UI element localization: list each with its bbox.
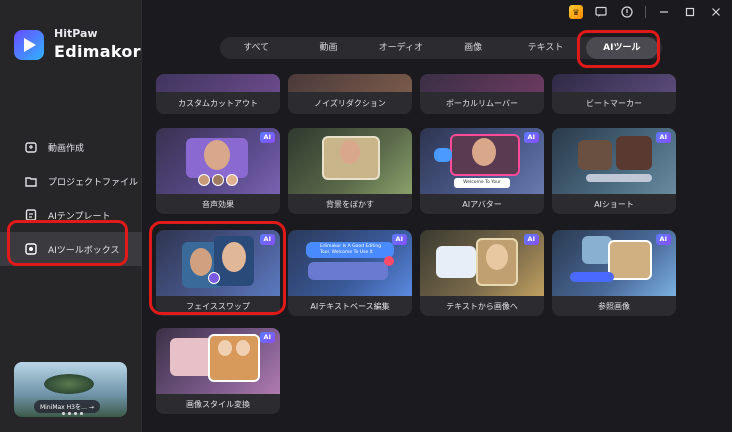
tool-card-beat-marker[interactable]: ビートマーカー xyxy=(552,74,676,114)
tool-label: カスタムカットアウト xyxy=(178,99,258,108)
brand-company: HitPaw xyxy=(54,27,98,40)
tool-label: 参照画像 xyxy=(598,302,630,311)
tool-label: AIショート xyxy=(594,200,634,209)
tab-text[interactable]: テキスト xyxy=(509,37,581,59)
tool-card-ai-avatar[interactable]: Welcome To Your AI AIアバター xyxy=(420,128,544,214)
close-icon[interactable] xyxy=(708,4,724,20)
tool-label: ビートマーカー xyxy=(586,99,642,108)
ai-badge: AI xyxy=(259,132,275,143)
window-controls: ♛ xyxy=(569,4,724,20)
person-face xyxy=(472,138,496,166)
tool-card-custom-cutout[interactable]: カスタムカットアウト xyxy=(156,74,280,114)
person-face xyxy=(486,244,508,270)
tool-label: AIアバター xyxy=(462,200,502,209)
ai-badge: AI xyxy=(523,234,539,245)
sidebar: HitPaw Edimakor 動画作成 プロジェクトファイル AIテンプレート… xyxy=(0,0,142,432)
tool-thumbnail xyxy=(288,128,412,194)
tool-thumbnail xyxy=(156,74,280,92)
ai-badge: AI xyxy=(259,332,275,343)
tool-card-reference-image[interactable]: AI 参照画像 xyxy=(552,230,676,316)
minimize-icon[interactable] xyxy=(656,4,672,20)
tool-label: 音声効果 xyxy=(202,200,234,209)
promo-carousel-dots xyxy=(62,412,83,415)
tool-card-noise-reduction[interactable]: ノイズリダクション xyxy=(288,74,412,114)
tool-card-blur-background[interactable]: 背景をぼかす xyxy=(288,128,412,214)
avatar-caption: Welcome To Your xyxy=(454,178,510,188)
sidebar-item-label: プロジェクトファイル xyxy=(48,177,139,188)
sidebar-item-video-create[interactable]: 動画作成 xyxy=(0,130,142,164)
tool-thumbnail xyxy=(552,74,676,92)
promo-island-image xyxy=(44,374,94,394)
folder-icon xyxy=(24,174,38,188)
tool-card-voice-effects[interactable]: AI 音声効果 xyxy=(156,128,280,214)
tool-label: ノイズリダクション xyxy=(314,99,386,108)
tool-thumbnail xyxy=(288,74,412,92)
promo-banner[interactable]: MiniMax H3を… → xyxy=(14,362,127,417)
tool-card-text-to-image[interactable]: AI テキストから画像へ xyxy=(420,230,544,316)
tool-label: テキストから画像へ xyxy=(446,302,518,311)
highlight-ai-toolbox xyxy=(7,220,128,266)
feedback-icon[interactable] xyxy=(593,4,609,20)
tool-card-image-style-transfer[interactable]: AI 画像スタイル変換 xyxy=(156,328,280,414)
info-icon[interactable] xyxy=(619,4,635,20)
video-create-icon xyxy=(24,140,38,154)
tool-thumbnail xyxy=(420,74,544,92)
tab-video[interactable]: 動画 xyxy=(292,37,364,59)
ai-badge: AI xyxy=(655,234,671,245)
tool-card-vocal-remover[interactable]: ボーカルリムーバー xyxy=(420,74,544,114)
controls-divider xyxy=(645,6,646,18)
ai-badge: AI xyxy=(523,132,539,143)
person-face xyxy=(340,140,360,164)
premium-crown-icon[interactable]: ♛ xyxy=(569,5,583,19)
person-face xyxy=(204,140,230,170)
highlight-face-swap xyxy=(149,221,286,315)
ai-badge: AI xyxy=(391,234,407,245)
tab-audio[interactable]: オーディオ xyxy=(365,37,437,59)
tool-card-ai-short[interactable]: AI AIショート xyxy=(552,128,676,214)
highlight-ai-tools-tab xyxy=(577,30,660,68)
maximize-icon[interactable] xyxy=(682,4,698,20)
ai-badge: AI xyxy=(655,132,671,143)
tool-label: 背景をぼかす xyxy=(326,200,374,209)
tab-image[interactable]: 画像 xyxy=(437,37,509,59)
brand-app-name: Edimakor xyxy=(54,42,141,61)
app-logo-icon xyxy=(14,30,44,60)
tool-label: ボーカルリムーバー xyxy=(446,99,518,108)
text-edit-caption: Edimakor Is A Good Editing Tool. Welcome… xyxy=(306,242,394,258)
tab-all[interactable]: すべて xyxy=(220,37,292,59)
sidebar-item-project-files[interactable]: プロジェクトファイル xyxy=(0,164,142,198)
tool-label: AIテキストベース編集 xyxy=(310,302,390,311)
tool-label: 画像スタイル変換 xyxy=(186,400,250,409)
delete-icon xyxy=(384,256,394,266)
tool-card-ai-text-based-editing[interactable]: Edimakor Is A Good Editing Tool. Welcome… xyxy=(288,230,412,316)
sidebar-item-label: 動画作成 xyxy=(48,143,85,154)
